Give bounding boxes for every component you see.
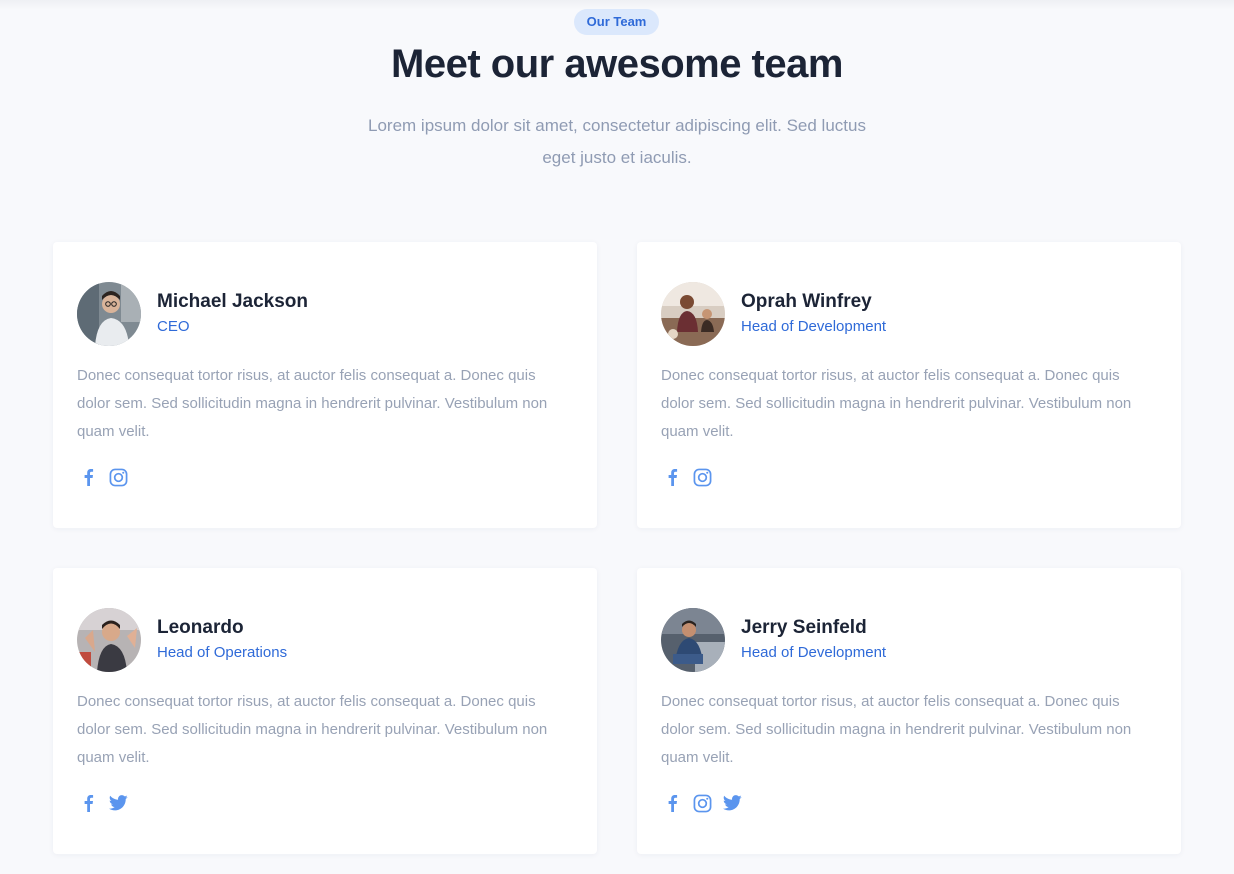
member-role: CEO — [157, 318, 190, 335]
team-card-jerry-seinfeld: Jerry Seinfeld Head of Development Donec… — [637, 568, 1181, 854]
twitter-icon[interactable] — [721, 792, 743, 814]
avatar — [661, 282, 725, 346]
member-bio: Donec consequat tortor risus, at auctor … — [77, 367, 548, 440]
social-links — [661, 792, 743, 814]
instagram-icon[interactable] — [691, 466, 713, 488]
team-card-oprah-winfrey: Oprah Winfrey Head of Development Donec … — [637, 242, 1181, 528]
avatar — [661, 608, 725, 672]
twitter-icon[interactable] — [107, 792, 129, 814]
member-name: Jerry Seinfeld — [741, 617, 867, 638]
member-name: Oprah Winfrey — [741, 291, 872, 312]
team-card-leonardo: Leonardo Head of Operations Donec conseq… — [53, 568, 597, 854]
facebook-icon[interactable] — [77, 792, 99, 814]
avatar — [77, 282, 141, 346]
instagram-icon[interactable] — [107, 466, 129, 488]
section-title: Meet our awesome team — [391, 42, 843, 86]
member-name: Michael Jackson — [157, 291, 309, 312]
member-bio: Donec consequat tortor risus, at auctor … — [661, 693, 1132, 766]
member-role: Head of Development — [741, 318, 887, 335]
member-role: Head of Development — [741, 644, 887, 661]
member-bio: Donec consequat tortor risus, at auctor … — [77, 693, 548, 766]
member-role: Head of Operations — [157, 644, 288, 661]
avatar — [77, 608, 141, 672]
facebook-icon[interactable] — [661, 792, 683, 814]
social-links — [77, 466, 129, 488]
social-links — [661, 466, 713, 488]
member-name: Leonardo — [157, 617, 244, 638]
instagram-icon[interactable] — [691, 792, 713, 814]
facebook-icon[interactable] — [77, 466, 99, 488]
team-card-michael-jackson: Michael Jackson CEO Donec consequat tort… — [53, 242, 597, 528]
facebook-icon[interactable] — [661, 466, 683, 488]
section-subtitle: Lorem ipsum dolor sit amet, consectetur … — [368, 116, 866, 167]
member-bio: Donec consequat tortor risus, at auctor … — [661, 367, 1132, 440]
social-links — [77, 792, 129, 814]
section-badge: Our Team — [574, 9, 659, 35]
